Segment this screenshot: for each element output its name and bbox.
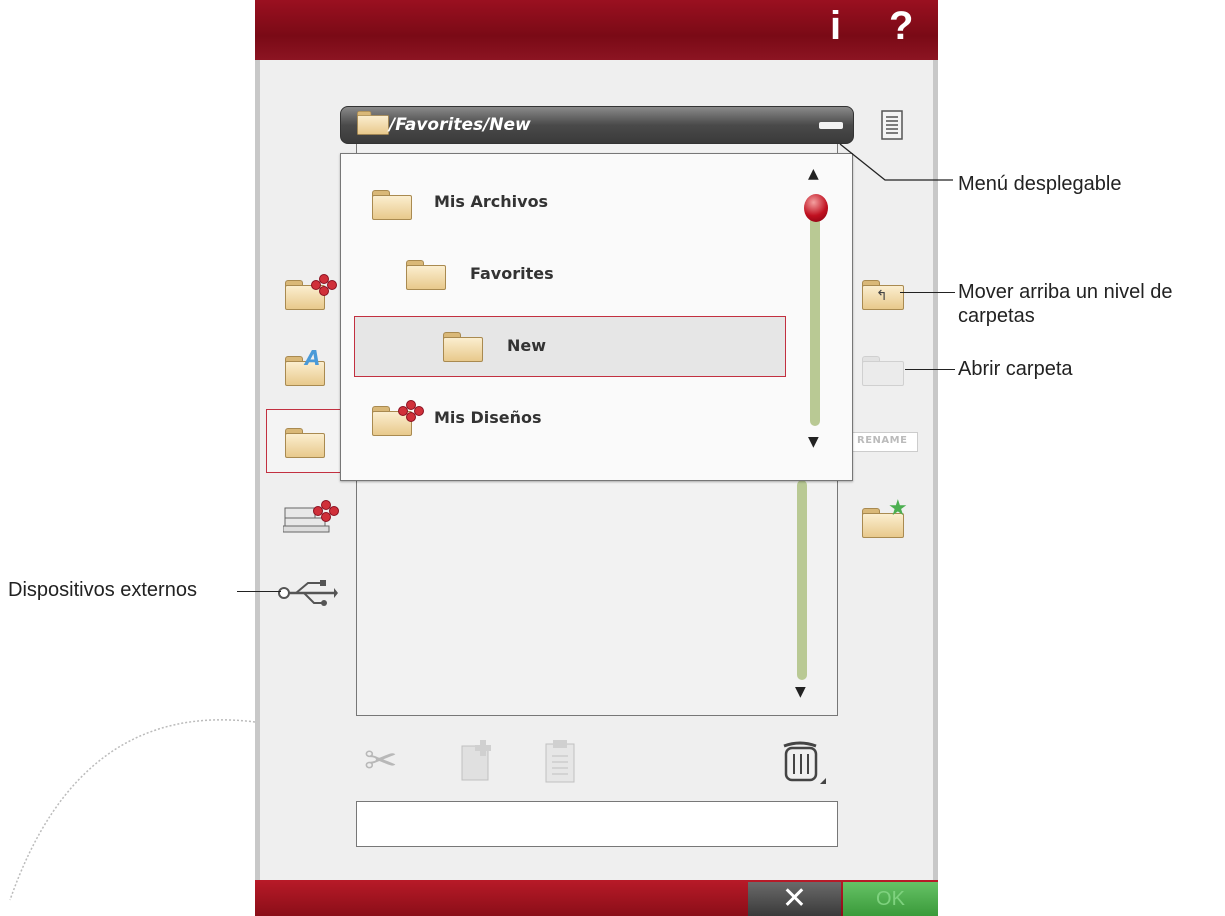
annotation-dropdown-menu: Menú desplegable — [958, 173, 1122, 195]
open-folder-icon[interactable] — [862, 352, 906, 388]
folder-icon — [357, 111, 389, 135]
annotation-line-open-folder — [905, 369, 955, 371]
my-files-tab[interactable] — [266, 409, 344, 473]
folder-icon — [372, 190, 412, 220]
dropdown-scrollbar[interactable] — [810, 202, 820, 426]
usb-icon[interactable] — [278, 578, 338, 608]
add-to-favorites-icon[interactable]: ★ — [862, 496, 910, 540]
decorative-arc — [9, 719, 256, 901]
rename-button[interactable]: RENAME — [852, 432, 918, 452]
scroll-down-arrow-icon[interactable]: ▼ — [795, 684, 806, 700]
cancel-button[interactable]: ✕ — [748, 882, 841, 916]
annotation-up-level-line1: Mover arriba un nivel de — [958, 281, 1173, 303]
annotation-external-devices: Dispositivos externos — [8, 579, 197, 601]
trash-icon[interactable] — [780, 738, 828, 786]
folder-dropdown-menu: Mis Archivos Favorites New Mis Diseños ▲… — [340, 153, 853, 481]
path-dropdown[interactable]: /Favorites/New — [340, 106, 854, 144]
annotation-up-level-line2: carpetas — [958, 305, 1035, 327]
dropdown-item-new[interactable]: New — [354, 316, 786, 377]
dropdown-item-mis-disenos[interactable]: Mis Diseños — [372, 396, 772, 440]
dropdown-item-label: Mis Archivos — [434, 192, 549, 211]
help-icon[interactable]: ? — [889, 4, 913, 49]
annotation-line-dropdown — [839, 143, 953, 181]
ok-button[interactable]: OK — [843, 882, 938, 916]
cut-icon[interactable]: ✂ — [364, 738, 398, 784]
my-fonts-folder-icon[interactable]: A — [285, 346, 335, 390]
file-list-scrollbar[interactable] — [797, 480, 807, 680]
path-text: /Favorites/New — [389, 115, 531, 135]
dropdown-item-label: Favorites — [470, 264, 554, 283]
dropdown-item-favorites[interactable]: Favorites — [406, 256, 786, 296]
dropdown-item-label: Mis Diseños — [434, 408, 542, 427]
annotation-line-external-devices — [237, 591, 281, 593]
dropdown-item-label: New — [507, 336, 547, 355]
folder-icon — [285, 428, 325, 458]
paste-icon[interactable] — [542, 738, 578, 784]
dropdown-item-mis-archivos[interactable]: Mis Archivos — [372, 186, 772, 226]
annotation-line-up-level — [900, 292, 955, 294]
folder-icon — [406, 260, 446, 290]
list-view-icon[interactable] — [880, 110, 906, 142]
machine-designs-icon[interactable] — [282, 498, 339, 542]
folder-icon — [443, 332, 483, 362]
new-folder-icon[interactable] — [460, 738, 496, 782]
scroll-knob[interactable] — [804, 194, 828, 222]
collapse-icon[interactable] — [819, 122, 843, 129]
status-field — [356, 801, 838, 847]
top-bar: i ? — [255, 0, 938, 60]
my-designs-folder-icon[interactable] — [285, 270, 337, 314]
info-icon[interactable]: i — [830, 4, 841, 49]
scroll-up-arrow-icon[interactable]: ▲ — [808, 166, 819, 182]
up-one-level-folder-icon[interactable]: ↰ — [862, 276, 906, 312]
scroll-down-arrow-icon[interactable]: ▼ — [808, 434, 819, 450]
annotation-open-folder: Abrir carpeta — [958, 358, 1073, 380]
